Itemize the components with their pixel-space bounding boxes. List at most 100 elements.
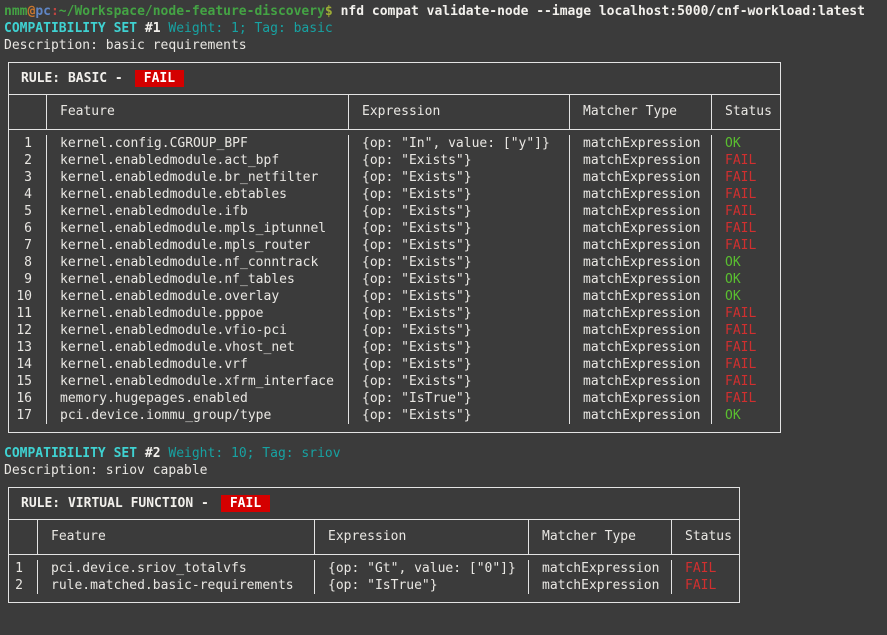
row-number: 8: [9, 254, 46, 271]
matcher-cell: matchExpression: [569, 135, 711, 152]
table-row: 7 kernel.enabledmodule.mpls_router {op: …: [9, 237, 780, 254]
table-row: 15 kernel.enabledmodule.xfrm_interface {…: [9, 373, 780, 390]
table-row: 1 kernel.config.CGROUP_BPF {op: "In", va…: [9, 135, 780, 152]
status-cell: FAIL: [711, 339, 780, 356]
row-number: 1: [9, 560, 37, 577]
feature-cell: kernel.enabledmodule.overlay: [46, 288, 348, 305]
matcher-cell: matchExpression: [569, 322, 711, 339]
set2-meta: Weight: 10; Tag: sriov: [168, 446, 340, 461]
table-row: 13 kernel.enabledmodule.vhost_net {op: "…: [9, 339, 780, 356]
column-header-num: [9, 95, 46, 129]
table-body: 1 kernel.config.CGROUP_BPF {op: "In", va…: [9, 130, 780, 432]
status-cell: FAIL: [711, 169, 780, 186]
prompt-host: pc: [35, 4, 51, 19]
matcher-cell: matchExpression: [569, 152, 711, 169]
command-text: [333, 4, 341, 19]
table-row: 5 kernel.enabledmodule.ifb {op: "Exists"…: [9, 203, 780, 220]
feature-cell: kernel.enabledmodule.ifb: [46, 203, 348, 220]
row-number: 16: [9, 390, 46, 407]
expression-cell: {op: "Exists"}: [348, 339, 569, 356]
table-row: 8 kernel.enabledmodule.nf_conntrack {op:…: [9, 254, 780, 271]
feature-cell: kernel.enabledmodule.act_bpf: [46, 152, 348, 169]
feature-cell: kernel.enabledmodule.nf_tables: [46, 271, 348, 288]
row-number: 14: [9, 356, 46, 373]
feature-cell: kernel.enabledmodule.br_netfilter: [46, 169, 348, 186]
row-number: 7: [9, 237, 46, 254]
rule-status-badge: FAIL: [221, 495, 270, 512]
status-cell: FAIL: [711, 356, 780, 373]
row-number: 10: [9, 288, 46, 305]
expression-cell: {op: "Exists"}: [348, 237, 569, 254]
row-number: 2: [9, 577, 37, 594]
expression-cell: {op: "Exists"}: [348, 186, 569, 203]
status-cell: FAIL: [711, 152, 780, 169]
table-row: 6 kernel.enabledmodule.mpls_iptunnel {op…: [9, 220, 780, 237]
prompt-line: nmm@pc:~/Workspace/node-feature-discover…: [4, 3, 887, 20]
column-header-expression: Expression: [348, 95, 569, 129]
matcher-cell: matchExpression: [569, 203, 711, 220]
expression-cell: {op: "Exists"}: [348, 373, 569, 390]
column-header-status: Status: [671, 520, 739, 554]
feature-cell: kernel.enabledmodule.vhost_net: [46, 339, 348, 356]
set2-heading: COMPATIBILITY SET #2 Weight: 10; Tag: sr…: [4, 445, 887, 462]
column-header-expression: Expression: [314, 520, 528, 554]
status-cell: FAIL: [671, 560, 739, 577]
matcher-cell: matchExpression: [569, 254, 711, 271]
row-number: 1: [9, 135, 46, 152]
feature-cell: kernel.enabledmodule.mpls_router: [46, 237, 348, 254]
status-cell: FAIL: [711, 373, 780, 390]
feature-cell: pci.device.iommu_group/type: [46, 407, 348, 424]
set1-meta: Weight: 1; Tag: basic: [168, 21, 332, 36]
matcher-cell: matchExpression: [569, 169, 711, 186]
column-header-feature: Feature: [46, 95, 348, 129]
feature-cell: kernel.enabledmodule.vrf: [46, 356, 348, 373]
feature-cell: kernel.config.CGROUP_BPF: [46, 135, 348, 152]
feature-cell: kernel.enabledmodule.mpls_iptunnel: [46, 220, 348, 237]
prompt-dollar: $: [325, 4, 333, 19]
table-row: 9 kernel.enabledmodule.nf_tables {op: "E…: [9, 271, 780, 288]
rule-label: RULE: VIRTUAL FUNCTION -: [21, 496, 209, 511]
row-number: 13: [9, 339, 46, 356]
set1-title: COMPATIBILITY SET: [4, 21, 137, 36]
feature-cell: kernel.enabledmodule.ebtables: [46, 186, 348, 203]
status-cell: OK: [711, 135, 780, 152]
matcher-cell: matchExpression: [528, 560, 671, 577]
row-number: 15: [9, 373, 46, 390]
set2-description: Description: sriov capable: [4, 462, 887, 479]
column-header-matcher: Matcher Type: [528, 520, 671, 554]
status-cell: FAIL: [671, 577, 739, 594]
status-cell: FAIL: [711, 390, 780, 407]
row-number: 11: [9, 305, 46, 322]
prompt-path: ~/Workspace/node-feature-discovery: [59, 4, 325, 19]
terminal-window[interactable]: nmm@pc:~/Workspace/node-feature-discover…: [0, 0, 887, 635]
table-body: 1 pci.device.sriov_totalvfs {op: "Gt", v…: [9, 555, 739, 602]
feature-cell: pci.device.sriov_totalvfs: [37, 560, 314, 577]
table-row: 1 pci.device.sriov_totalvfs {op: "Gt", v…: [9, 560, 739, 577]
matcher-cell: matchExpression: [569, 339, 711, 356]
table-row: 11 kernel.enabledmodule.pppoe {op: "Exis…: [9, 305, 780, 322]
rule-title-bar: RULE: VIRTUAL FUNCTION - FAIL: [9, 488, 739, 520]
matcher-cell: matchExpression: [569, 288, 711, 305]
expression-cell: {op: "Exists"}: [348, 203, 569, 220]
status-cell: OK: [711, 407, 780, 424]
table-row: 2 kernel.enabledmodule.act_bpf {op: "Exi…: [9, 152, 780, 169]
matcher-cell: matchExpression: [569, 356, 711, 373]
rule-label: RULE: BASIC -: [21, 71, 123, 86]
feature-cell: memory.hugepages.enabled: [46, 390, 348, 407]
row-number: 6: [9, 220, 46, 237]
table-row: 3 kernel.enabledmodule.br_netfilter {op:…: [9, 169, 780, 186]
feature-cell: kernel.enabledmodule.pppoe: [46, 305, 348, 322]
matcher-cell: matchExpression: [569, 373, 711, 390]
set1-number: #1: [145, 21, 161, 36]
column-header-matcher: Matcher Type: [569, 95, 711, 129]
expression-cell: {op: "Exists"}: [348, 407, 569, 424]
rule-table-basic: RULE: BASIC - FAIL Feature Expression Mat…: [8, 62, 781, 433]
matcher-cell: matchExpression: [569, 407, 711, 424]
status-cell: FAIL: [711, 220, 780, 237]
matcher-cell: matchExpression: [569, 390, 711, 407]
row-number: 17: [9, 407, 46, 424]
table-row: 16 memory.hugepages.enabled {op: "IsTrue…: [9, 390, 780, 407]
expression-cell: {op: "Exists"}: [348, 305, 569, 322]
expression-cell: {op: "IsTrue"}: [314, 577, 528, 594]
command-text: nfd compat validate-node --image localho…: [341, 4, 865, 19]
